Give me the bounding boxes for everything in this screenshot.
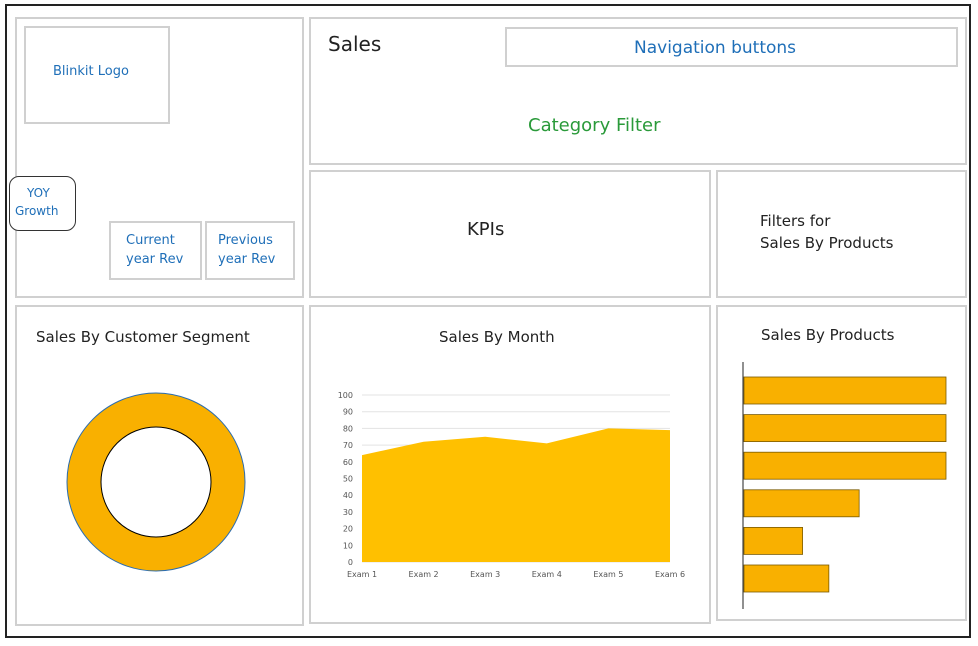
- yoy-label-line2: Growth: [15, 204, 59, 218]
- month-y-tick-label: 40: [343, 491, 353, 500]
- month-title: Sales By Month: [439, 328, 555, 346]
- month-y-tick-label: 10: [343, 541, 353, 550]
- yoy-label-line1: YOY: [27, 186, 50, 200]
- kpis-panel: [309, 170, 711, 298]
- products-bar: [743, 489, 860, 518]
- segment-donut-chart: [66, 392, 246, 572]
- month-y-tick-label: 60: [343, 458, 353, 467]
- filters-line2: Sales By Products: [760, 234, 894, 252]
- filters-line1: Filters for: [760, 212, 831, 230]
- previous-year-rev-box: [205, 221, 295, 280]
- products-bar: [743, 376, 947, 405]
- category-filter[interactable]: Category Filter: [528, 115, 661, 136]
- products-bar: [743, 526, 803, 555]
- previous-rev-line2: year Rev: [218, 252, 276, 267]
- products-bar: [743, 564, 830, 593]
- month-area-series: [362, 428, 670, 562]
- current-rev-line2: year Rev: [126, 252, 184, 267]
- month-y-tick-label: 70: [343, 441, 353, 450]
- month-y-tick-label: 90: [343, 408, 353, 417]
- month-y-tick-label: 100: [338, 391, 353, 400]
- month-y-tick-label: 0: [348, 558, 353, 567]
- kpis-label: KPIs: [467, 219, 505, 240]
- products-bar-chart: [742, 362, 947, 609]
- logo-label: Blinkit Logo: [53, 64, 129, 79]
- segment-title: Sales By Customer Segment: [36, 328, 250, 346]
- month-x-tick-label: Exam 3: [470, 570, 500, 579]
- navigation-buttons-label: Navigation buttons: [634, 38, 797, 58]
- page-title: Sales: [328, 32, 382, 56]
- month-y-tick-label: 20: [343, 525, 353, 534]
- month-y-tick-label: 80: [343, 424, 353, 433]
- month-y-tick-label: 50: [343, 475, 353, 484]
- current-year-rev-box: [109, 221, 202, 280]
- products-bar: [743, 451, 947, 480]
- month-x-tick-label: Exam 4: [532, 570, 562, 579]
- current-rev-line1: Current: [126, 233, 175, 248]
- products-title: Sales By Products: [761, 326, 895, 344]
- products-bar: [743, 414, 947, 442]
- month-area-chart: 0 10 20 30 40 50 60 70 80 90 100 Exam 1 Exam 2 Exam 3…: [338, 391, 685, 579]
- month-x-tick-label: Exam 1: [347, 570, 377, 579]
- month-x-tick-label: Exam 6: [655, 570, 685, 579]
- month-y-tick-label: 30: [343, 508, 353, 517]
- previous-rev-line1: Previous: [218, 233, 273, 248]
- month-x-tick-label: Exam 5: [593, 570, 623, 579]
- segment-donut-inner-edge: [100, 426, 212, 538]
- month-x-tick-label: Exam 2: [409, 570, 439, 579]
